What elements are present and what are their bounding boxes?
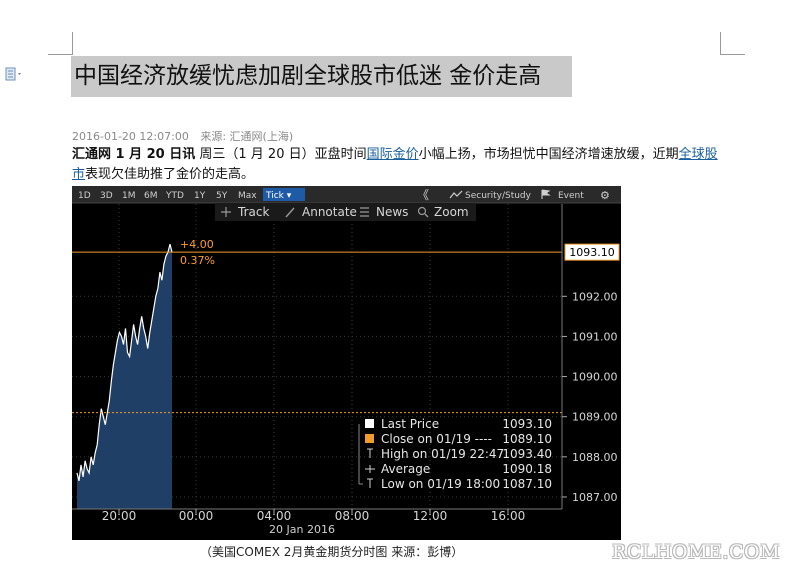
legend-value: 1093.40 xyxy=(502,447,552,461)
tool-track-label: Track xyxy=(237,205,269,219)
paragraph-text-3: 表现欠佳助推了金价的走高。 xyxy=(85,167,255,182)
x-tick-label: 08:00 xyxy=(335,509,370,523)
legend-label: Last Price xyxy=(381,417,439,431)
x-sublabel: 20 Jan 2016 xyxy=(269,523,335,536)
collapse-button[interactable]: 《 xyxy=(417,188,429,202)
range-tab-3d[interactable]: 3D xyxy=(100,191,113,201)
range-tab-ytd[interactable]: YTD xyxy=(165,191,184,201)
tool-annotate-label: Annotate xyxy=(302,205,357,219)
range-tab-tick[interactable]: Tick ▾ xyxy=(265,191,292,201)
article-lead: 汇通网 1 月 20 日讯 xyxy=(72,147,196,162)
article-meta: 2016-01-20 12:07:00 来源: 汇通网(上海) xyxy=(72,128,301,144)
change-pct-label: 0.37% xyxy=(180,254,215,267)
range-tab-1y[interactable]: 1Y xyxy=(194,191,206,201)
paragraph-text-2: 小幅上扬，市场担忧中国经济增速放缓，近期 xyxy=(418,147,679,162)
legend-label: High on 01/19 22:47 xyxy=(381,447,504,461)
x-tick-label: 04:00 xyxy=(257,509,292,523)
chart-svg: 1D 3D 1M 6M YTD 1Y 5Y Max Tick ▾ 《 Security/Stud… xyxy=(72,186,621,536)
legend-value: 1093.10 xyxy=(502,417,552,431)
watermark: RCLHOME.COM xyxy=(612,541,781,563)
gold-chart: 1D 3D 1M 6M YTD 1Y 5Y Max Tick ▾ 《 Security/Stud… xyxy=(72,186,621,540)
range-tab-1d[interactable]: 1D xyxy=(78,191,91,201)
gear-icon[interactable]: ⚙ xyxy=(600,189,610,202)
legend-label: Close on 01/19 ---- xyxy=(381,432,492,446)
security-study-label: Security/Study xyxy=(465,191,532,201)
tool-zoom-label: Zoom xyxy=(434,205,469,219)
last-swatch xyxy=(365,419,374,428)
last-price-tag: 1093.10 xyxy=(564,243,620,261)
range-tab-5y[interactable]: 5Y xyxy=(216,191,228,201)
event-label: Event xyxy=(558,191,584,201)
x-tick-label: 16:00 xyxy=(491,509,526,523)
legend-high: High on 01/19 22:471093.40 xyxy=(367,447,552,461)
legend-prev-close: Close on 01/19 ---- 1089.10 xyxy=(365,432,552,446)
y-tick-label: 1091.00 xyxy=(572,330,618,343)
chart-caption: （美国COMEX 2月黄金期货分时图 来源：彭博） xyxy=(200,545,464,559)
article-date: 2016-01-20 12:07:00 xyxy=(72,130,189,143)
change-label: +4.00 xyxy=(180,238,214,251)
x-tick-label: 00:00 xyxy=(179,509,214,523)
range-tab-max[interactable]: Max xyxy=(238,191,257,201)
y-tick-label: 1088.00 xyxy=(572,451,618,464)
y-tick-label: 1090.00 xyxy=(572,371,618,384)
legend-label: Average xyxy=(381,462,430,476)
paragraph-text-1: 周三（1 月 20 日）亚盘时间 xyxy=(195,147,367,162)
legend-value: 1089.10 xyxy=(502,432,552,446)
article-title: 中国经济放缓忧虑加剧全球股市低迷 金价走高 xyxy=(71,56,572,97)
range-tab-6m[interactable]: 6M xyxy=(144,191,158,201)
crop-mark-left xyxy=(48,32,73,55)
close-swatch xyxy=(365,434,374,443)
x-tick-label: 20:00 xyxy=(102,509,137,523)
y-tick-label: 1089.00 xyxy=(572,411,618,424)
legend-value: 1087.10 xyxy=(502,477,552,491)
legend-value: 1090.18 xyxy=(502,462,552,476)
tool-news-label: News xyxy=(376,205,408,219)
last-price-value: 1093.10 xyxy=(569,246,615,259)
y-tick-label: 1087.00 xyxy=(572,491,618,504)
article-paragraph: 汇通网 1 月 20 日讯 周三（1 月 20 日）亚盘时间国际金价小幅上扬，市… xyxy=(72,145,724,185)
document-icon[interactable] xyxy=(5,67,25,81)
article-source: 来源: 汇通网(上海) xyxy=(200,130,294,143)
link-gold-price[interactable]: 国际金价 xyxy=(367,147,419,162)
range-tab-1m[interactable]: 1M xyxy=(122,191,136,201)
x-tick-label: 12:00 xyxy=(413,509,448,523)
y-tick-label: 1092.00 xyxy=(572,290,618,303)
legend-low: Low on 01/19 18:00 1087.10 xyxy=(367,477,552,491)
legend-label: Low on 01/19 18:00 xyxy=(381,477,500,491)
crop-mark-right xyxy=(720,32,745,55)
